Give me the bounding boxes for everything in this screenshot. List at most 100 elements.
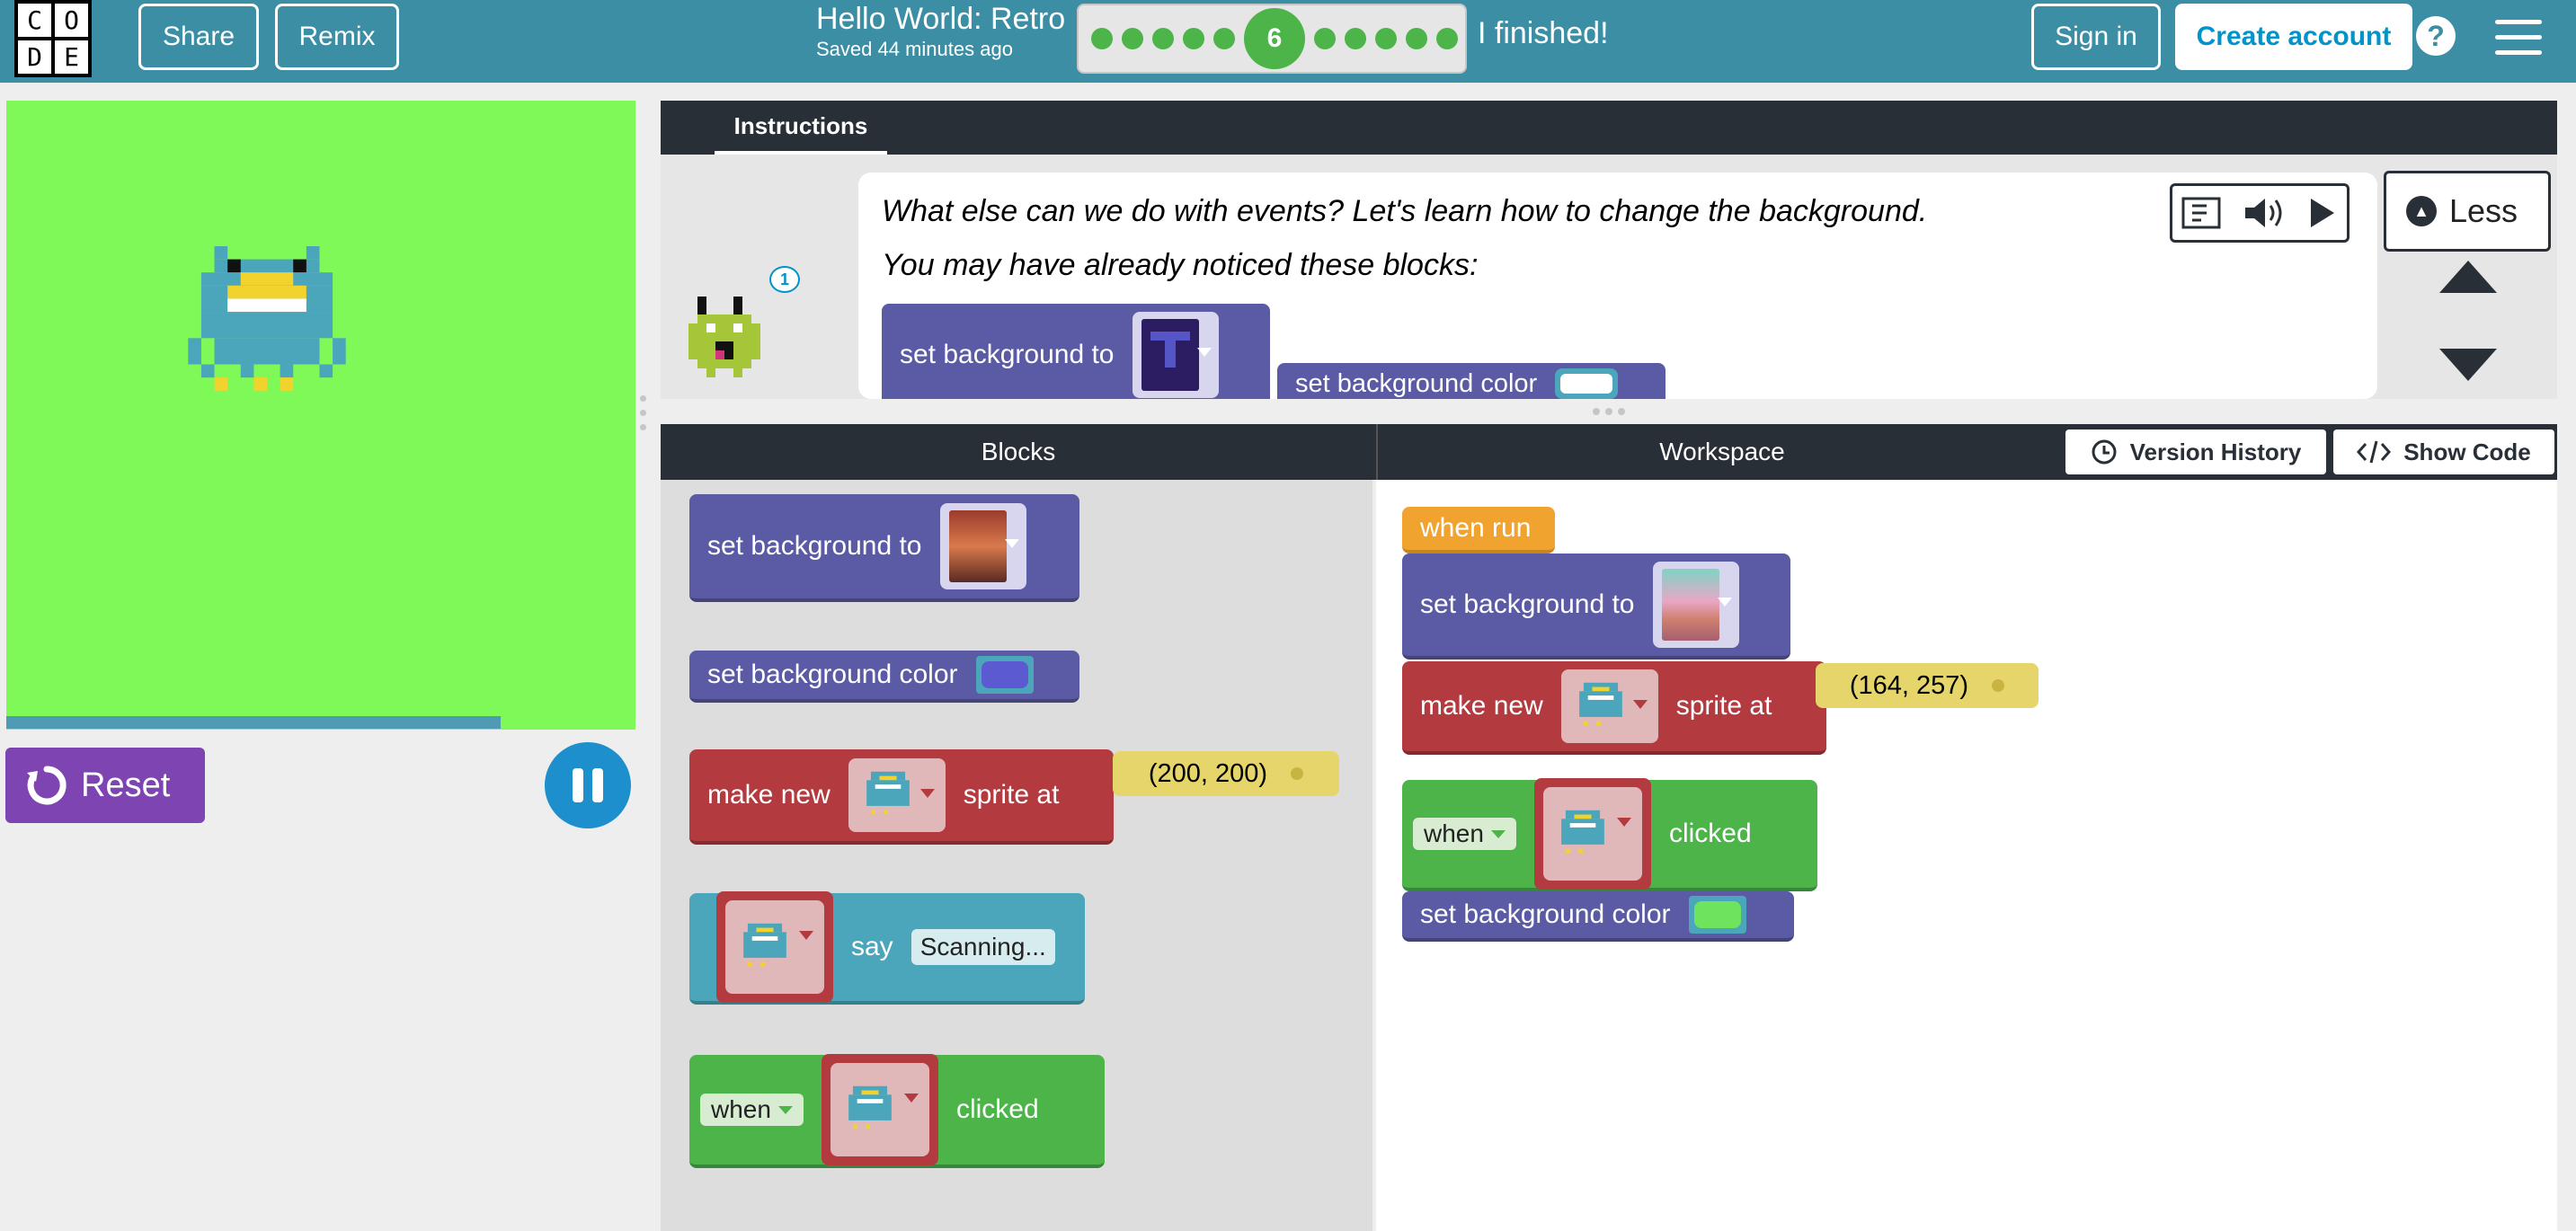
workspace-set-background-color-block[interactable]: set background color — [1402, 891, 1794, 942]
coordinate-input[interactable]: (200, 200) — [1113, 751, 1339, 796]
coordinate-value: (164, 257) — [1849, 670, 1969, 700]
menu-icon[interactable] — [2495, 20, 2542, 56]
alien-icon — [1578, 682, 1622, 726]
preview-set-background-color-block: set background color — [1277, 363, 1666, 399]
event-label: when — [711, 1095, 771, 1123]
version-history-button[interactable]: Version History — [2065, 430, 2326, 474]
level-dot[interactable] — [1183, 28, 1204, 49]
toolbox-say-block[interactable]: say Scanning... — [689, 891, 1085, 1005]
tab-instructions[interactable]: Instructions — [715, 101, 887, 155]
less-button[interactable]: ▲ Less — [2384, 171, 2551, 252]
sprite-socket[interactable] — [821, 1054, 938, 1165]
level-dot[interactable] — [1152, 28, 1174, 49]
event-dropdown[interactable]: when — [700, 1094, 804, 1126]
scroll-down-arrow[interactable] — [2439, 349, 2497, 381]
background-picker[interactable] — [1652, 562, 1739, 648]
resize-handle[interactable] — [640, 395, 647, 435]
toolbox-set-background-block[interactable]: set background to — [689, 494, 1079, 602]
finished-link[interactable]: I finished! — [1478, 16, 1609, 51]
reset-label: Reset — [81, 766, 171, 804]
share-button[interactable]: Share — [138, 4, 259, 70]
level-dot[interactable] — [1122, 28, 1143, 49]
create-account-button[interactable]: Create account — [2175, 4, 2412, 70]
sprite-socket[interactable] — [1533, 778, 1651, 890]
tab-workspace: Workspace — [1659, 438, 1785, 465]
color-input[interactable] — [1688, 896, 1746, 934]
level-dot[interactable] — [1375, 28, 1397, 49]
level-dot[interactable] — [1314, 28, 1336, 49]
sign-in-button[interactable]: Sign in — [2031, 4, 2161, 70]
instructions-header — [661, 101, 2557, 155]
toolbox-set-background-color-block[interactable]: set background color — [689, 651, 1079, 703]
alien-icon — [866, 771, 910, 815]
sprite-picker[interactable] — [725, 900, 824, 994]
workspace-set-background-block[interactable]: set background to — [1402, 554, 1790, 660]
text-to-speech-controls — [2170, 183, 2349, 243]
workspace-when-clicked-block[interactable]: when clicked — [1402, 778, 1817, 891]
block-label: sprite at — [963, 780, 1060, 810]
logo-letter: D — [18, 40, 51, 74]
toolbox-make-new-sprite-block[interactable]: make new sprite at — [689, 749, 1114, 845]
sprite-socket[interactable] — [716, 891, 833, 1003]
logo-letter: O — [55, 4, 88, 37]
block-label: when run — [1420, 513, 1532, 543]
block-label: set background to — [900, 340, 1115, 369]
block-label: set background to — [707, 531, 922, 561]
notification-bubble[interactable]: 1 — [769, 266, 800, 293]
scroll-up-arrow[interactable] — [2439, 261, 2497, 293]
preview-set-background-block: set background to — [882, 304, 1270, 399]
play-icon[interactable] — [2304, 193, 2340, 233]
event-label: when — [1424, 819, 1484, 847]
code-icon — [2357, 440, 2392, 464]
level-dot[interactable] — [1436, 28, 1458, 49]
instructions-card: What else can we do with events? Let's l… — [858, 173, 2377, 399]
show-code-button[interactable]: Show Code — [2333, 430, 2554, 474]
say-text-input[interactable]: Scanning... — [910, 929, 1055, 965]
sprite-picker[interactable] — [1560, 669, 1658, 743]
remix-button[interactable]: Remix — [275, 4, 399, 70]
color-input[interactable] — [975, 656, 1034, 694]
sprite-picker[interactable] — [1542, 787, 1642, 881]
game-stage[interactable] — [6, 101, 635, 730]
read-aloud-icon[interactable] — [2180, 193, 2226, 233]
level-dot[interactable] — [1345, 28, 1366, 49]
level-dot[interactable] — [1406, 28, 1427, 49]
color-swatch — [1693, 901, 1741, 928]
block-label: set background color — [707, 660, 958, 689]
reset-icon — [27, 766, 67, 805]
speaker-icon[interactable] — [2242, 193, 2288, 233]
pause-icon — [592, 768, 603, 802]
chevron-up-icon: ▲ — [2406, 196, 2437, 226]
level-dot[interactable] — [1091, 28, 1113, 49]
help-icon[interactable]: ? — [2416, 16, 2456, 56]
alien-icon — [848, 1085, 892, 1129]
current-level[interactable]: 6 — [1244, 8, 1305, 69]
workspace-make-new-sprite-block[interactable]: make new sprite at — [1402, 661, 1826, 755]
toolbox-when-clicked-block[interactable]: when clicked — [689, 1054, 1105, 1168]
pin-icon — [1992, 679, 2005, 692]
block-label: set background to — [1420, 589, 1635, 619]
code-logo[interactable]: C O D E — [14, 0, 92, 77]
clock-icon — [2092, 439, 2117, 465]
alien-sprite[interactable] — [186, 246, 348, 417]
block-label: make new — [1420, 691, 1543, 721]
color-swatch — [1555, 368, 1619, 399]
coordinate-input[interactable]: (164, 257) — [1816, 663, 2039, 708]
block-label: sprite at — [1675, 691, 1772, 721]
pause-button[interactable] — [545, 742, 631, 828]
split-handle[interactable] — [1593, 408, 1629, 415]
sprite-picker[interactable] — [830, 1063, 929, 1156]
level-dot[interactable] — [1213, 28, 1235, 49]
event-dropdown[interactable]: when — [1413, 818, 1516, 850]
show-code-label: Show Code — [2403, 438, 2531, 465]
version-history-label: Version History — [2129, 438, 2302, 465]
when-run-block[interactable]: when run — [1402, 507, 1555, 554]
reset-button[interactable]: Reset — [5, 748, 205, 823]
background-picker[interactable] — [939, 503, 1026, 589]
coordinate-value: (200, 200) — [1148, 758, 1268, 788]
pause-icon — [573, 768, 583, 802]
background-picker — [1132, 312, 1219, 398]
tab-blocks: Blocks — [661, 424, 1376, 480]
block-label: make new — [707, 780, 831, 810]
sprite-picker[interactable] — [848, 758, 946, 832]
